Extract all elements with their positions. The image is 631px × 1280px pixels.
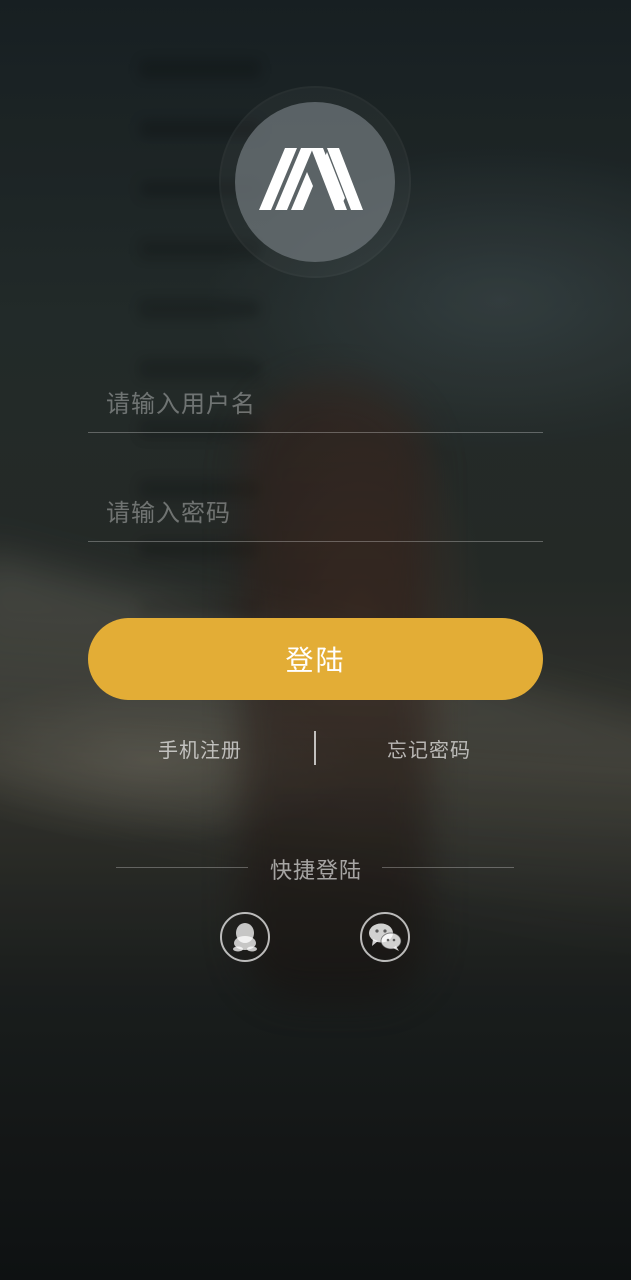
links-divider — [314, 731, 316, 765]
quick-login-line-left — [116, 867, 248, 868]
phone-register-link[interactable]: 手机注册 — [158, 734, 242, 763]
qq-icon — [233, 923, 257, 952]
m-logo-icon — [259, 148, 363, 210]
forgot-password-link[interactable]: 忘记密码 — [387, 734, 471, 763]
login-button-label: 登陆 — [285, 644, 346, 677]
logo — [235, 102, 395, 262]
wechat-login-button[interactable] — [360, 912, 410, 962]
username-input[interactable] — [88, 376, 543, 432]
password-input[interactable] — [88, 485, 543, 541]
quick-login-title: 快捷登陆 — [269, 859, 362, 884]
qq-login-button[interactable] — [220, 912, 270, 962]
username-field[interactable] — [88, 376, 543, 433]
password-field[interactable] — [88, 485, 543, 542]
login-button[interactable]: 登陆 — [88, 618, 543, 700]
wechat-icon — [369, 923, 402, 951]
quick-login-line-right — [382, 867, 514, 868]
